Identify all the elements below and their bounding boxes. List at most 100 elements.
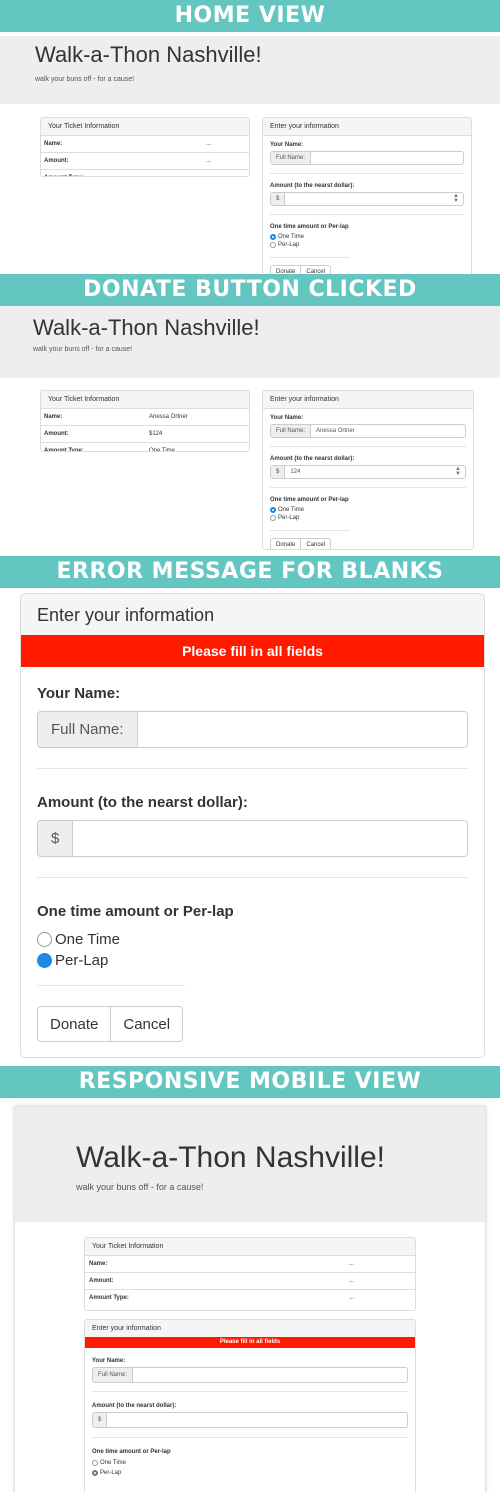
dollar-addon: $ [93, 1413, 108, 1427]
jumbotron: Walk-a-Thon Nashville! walk your buns of… [0, 36, 500, 104]
donate-button[interactable]: Donate [270, 265, 302, 274]
ticket-row-name: Name:... [85, 1256, 415, 1273]
amount-type-label: One time amount or Per-lap [270, 497, 349, 503]
info-form-panel: Enter your information Please fill in al… [20, 593, 485, 1058]
full-name-group: Full Name: [270, 151, 464, 165]
ticket-type-value: ... [206, 175, 211, 176]
radio-one-time-label: One Time [55, 931, 121, 948]
info-form-panel: Enter your information Your Name: Full N… [262, 390, 474, 550]
ticket-row-amount: Amount:... [41, 153, 249, 170]
ticket-amount-label: Amount: [44, 158, 69, 164]
form-heading: Enter your information [263, 118, 471, 136]
cancel-button[interactable]: Cancel [301, 538, 332, 549]
info-form-panel: Enter your information Please fill in al… [84, 1319, 416, 1492]
ticket-info-heading: Your Ticket Information [41, 118, 249, 136]
amount-label: Amount (to the nearst dollar): [270, 456, 355, 462]
radio-checked-icon[interactable] [37, 953, 52, 968]
stepper-icon[interactable]: ▲ ▼ [455, 466, 461, 477]
radio-per-lap-label: Per-Lap [278, 515, 300, 521]
full-name-input[interactable] [311, 152, 463, 164]
ticket-name-label: Name: [44, 414, 63, 420]
radio-per-lap[interactable]: Per-Lap [37, 950, 468, 971]
tagline: walk your buns off - for a cause! [35, 76, 135, 83]
radio-one-time[interactable]: One Time [270, 506, 466, 514]
name-label: Your Name: [270, 142, 304, 148]
ticket-name-value: ... [206, 141, 212, 147]
full-name-input[interactable] [138, 712, 467, 747]
ticket-row-type: Amount Type: One Time [41, 443, 249, 452]
ticket-row-name: Name: Anessa Ortner [41, 409, 249, 426]
radio-checked-icon[interactable] [92, 1470, 98, 1476]
radio-unchecked-icon[interactable] [92, 1460, 98, 1466]
dollar-addon: $ [38, 821, 74, 856]
page-title: Walk-a-Thon Nashville! [76, 1141, 385, 1174]
divider [37, 768, 468, 769]
amount-type-label: One time amount or Per-lap [270, 224, 349, 230]
donate-button[interactable]: Donate [37, 1006, 112, 1042]
ticket-row-amount: Amount: $124 [41, 426, 249, 443]
full-name-input[interactable]: Anessa Ortner [311, 425, 465, 437]
ticket-name-label: Name: [44, 141, 63, 147]
radio-one-time-label: One Time [100, 1460, 127, 1466]
radio-one-time[interactable]: One Time [92, 1458, 408, 1468]
divider [270, 173, 464, 174]
radio-per-lap[interactable]: Per-Lap [270, 241, 464, 249]
divider [37, 877, 468, 878]
ticket-info-heading: Your Ticket Information [85, 1238, 415, 1256]
radio-per-lap-label: Per-Lap [55, 952, 109, 969]
ticket-type-label: Amount Type: [89, 1295, 129, 1301]
amount-label: Amount (to the nearst dollar): [37, 794, 248, 811]
info-form-panel: Enter your information Your Name: Full N… [262, 117, 472, 274]
page-title: Walk-a-Thon Nashville! [35, 42, 262, 67]
jumbotron: Walk-a-Thon Nashville! walk your buns of… [0, 306, 500, 378]
amount-group: $ [37, 820, 468, 857]
ticket-type-value: ... [349, 1295, 355, 1301]
cancel-button[interactable]: Cancel [301, 265, 332, 274]
error-alert: Please fill in all fields [85, 1337, 415, 1348]
divider [92, 1391, 408, 1392]
amount-label: Amount (to the nearst dollar): [270, 183, 355, 189]
home-view-section: Walk-a-Thon Nashville! walk your buns of… [0, 32, 500, 274]
radio-one-time[interactable]: One Time [37, 929, 468, 950]
amount-input[interactable] [107, 1413, 407, 1427]
stepper-icon[interactable]: ▲ ▼ [453, 193, 459, 204]
ticket-info-panel: Your Ticket Information Name:... Amount:… [40, 117, 250, 177]
amount-input[interactable]: ▲ ▼ [285, 193, 463, 205]
divider [270, 214, 464, 215]
radio-unchecked-icon[interactable] [270, 242, 276, 248]
radio-checked-icon[interactable] [270, 234, 276, 240]
donate-button[interactable]: Donate [270, 538, 302, 549]
radio-checked-icon[interactable] [270, 507, 276, 513]
mobile-frame: Walk-a-Thon Nashville! walk your buns of… [14, 1106, 486, 1492]
radio-one-time[interactable]: One Time [270, 233, 464, 241]
radio-unchecked-icon[interactable] [37, 932, 52, 947]
full-name-group: Full Name: [92, 1367, 408, 1383]
cancel-button[interactable]: Cancel [111, 1006, 184, 1042]
ticket-name-label: Name: [89, 1261, 108, 1267]
ticket-row-type: Amount Type:... [41, 170, 249, 176]
banner-mobile-view: RESPONSIVE MOBILE VIEW [0, 1066, 500, 1098]
ticket-amount-label: Amount: [44, 431, 69, 437]
page-title: Walk-a-Thon Nashville! [33, 315, 260, 340]
ticket-amount-value: ... [206, 158, 212, 164]
tagline: walk your buns off - for a cause! [33, 346, 133, 353]
amount-input[interactable] [73, 821, 467, 856]
form-heading: Enter your information [85, 1320, 415, 1337]
radio-per-lap[interactable]: Per-Lap [92, 1468, 408, 1478]
ticket-type-label: Amount Type: [44, 448, 84, 452]
radio-per-lap[interactable]: Per-Lap [270, 514, 466, 522]
full-name-addon: Full Name: [38, 712, 138, 747]
divider [270, 530, 350, 531]
amount-value: 124 [290, 469, 301, 475]
name-label: Your Name: [37, 685, 121, 702]
dollar-addon: $ [271, 193, 286, 205]
full-name-input[interactable] [133, 1368, 407, 1382]
form-buttons: Donate Cancel [37, 1006, 468, 1042]
amount-input[interactable]: 124 ▲ ▼ [285, 466, 465, 478]
form-heading: Enter your information [263, 391, 473, 409]
divider [270, 487, 466, 488]
full-name-addon: Full Name: [271, 152, 312, 164]
radio-unchecked-icon[interactable] [270, 515, 276, 521]
form-buttons: Donate Cancel [270, 538, 466, 549]
radio-per-lap-label: Per-Lap [100, 1470, 122, 1476]
